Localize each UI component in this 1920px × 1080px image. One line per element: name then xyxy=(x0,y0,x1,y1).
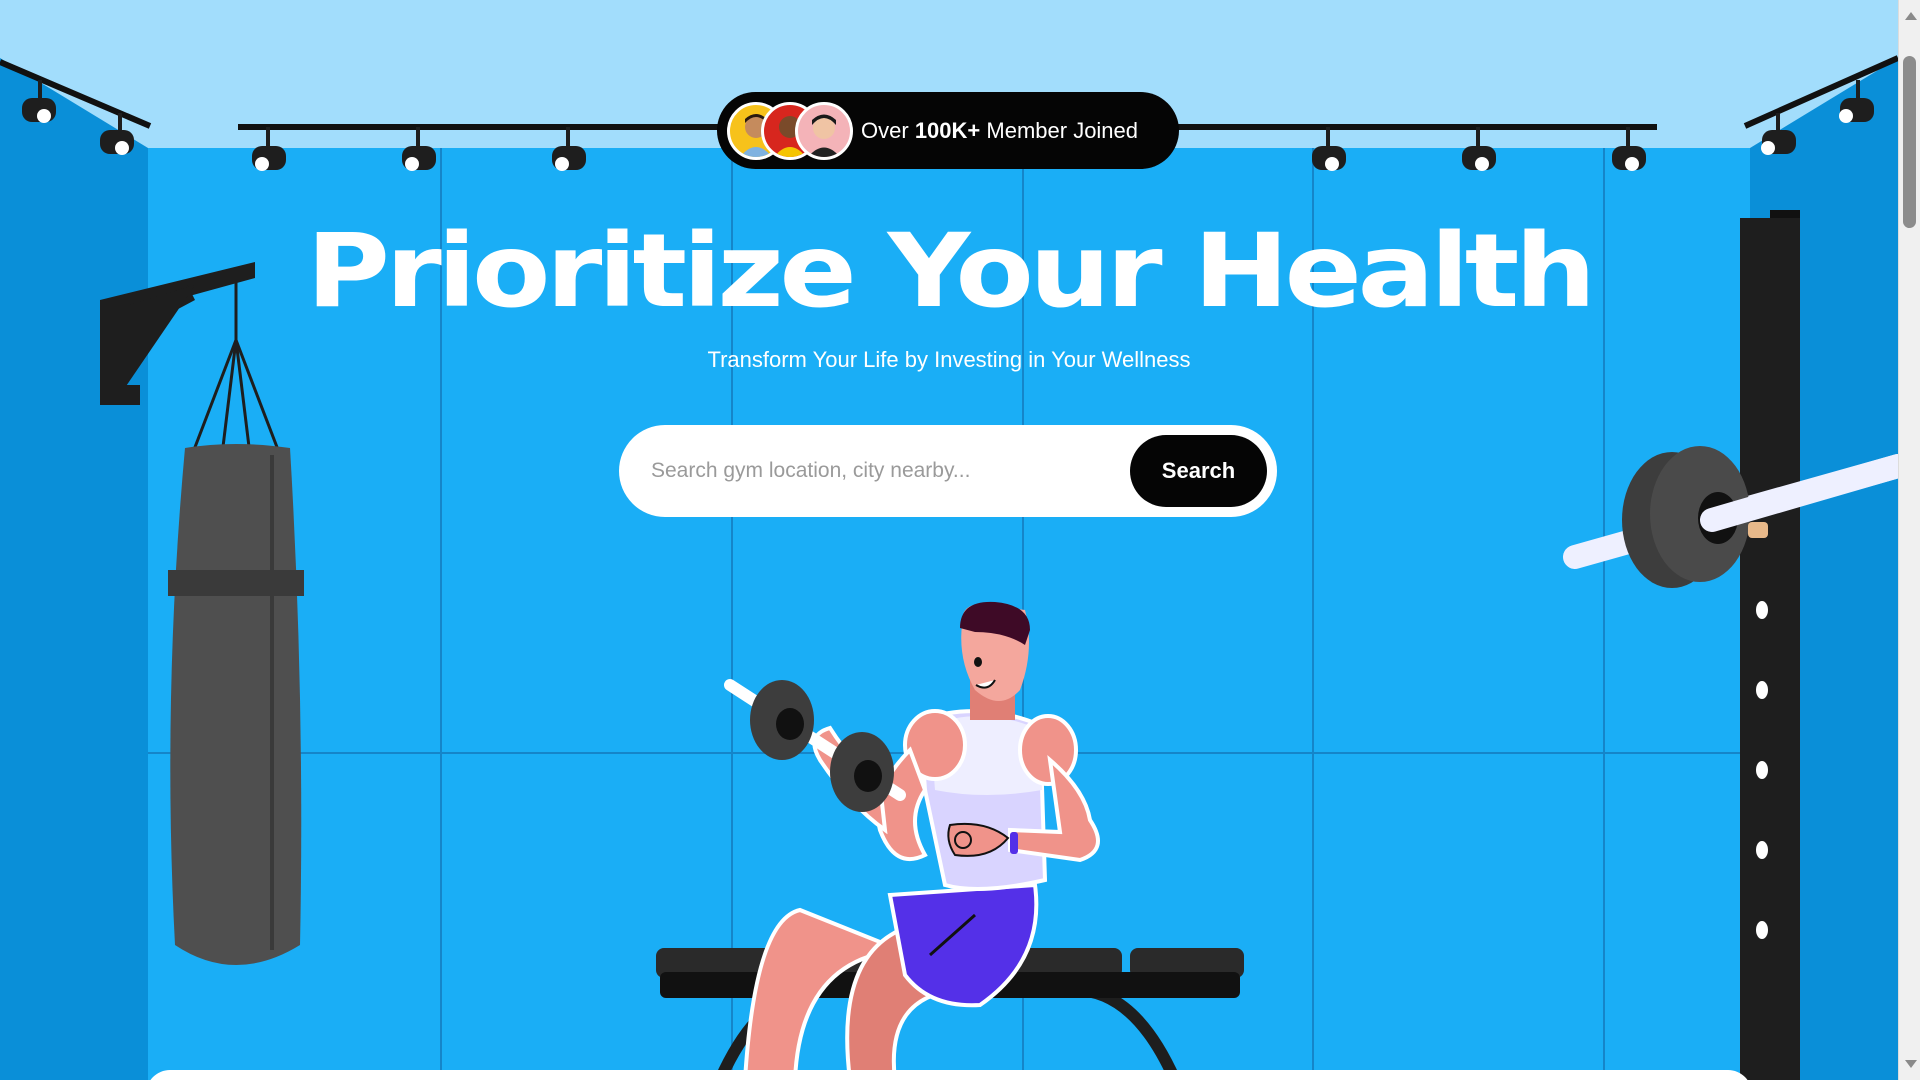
search-button[interactable]: Search xyxy=(1130,435,1267,507)
hero-subtitle: Transform Your Life by Investing in Your… xyxy=(707,347,1191,372)
member-count-text: Over 100K+ Member Joined xyxy=(861,118,1138,144)
gym-search-input[interactable] xyxy=(651,459,1130,483)
vertical-scrollbar[interactable] xyxy=(1898,0,1920,1080)
member-count-value: 100K+ xyxy=(914,117,981,143)
hero-section: Over 100K+ Member Joined Prioritize Your… xyxy=(0,0,1898,1080)
scroll-down-icon[interactable] xyxy=(1905,1060,1917,1068)
hero-title: Prioritize Your Health xyxy=(306,212,1596,331)
member-count-prefix: Over xyxy=(861,117,909,143)
weight-rack xyxy=(1563,210,1898,1080)
member-joined-badge: Over 100K+ Member Joined xyxy=(717,92,1179,169)
member-avatar-icon xyxy=(808,114,840,157)
gym-search-form: Search xyxy=(619,425,1277,517)
scrollbar-thumb[interactable] xyxy=(1903,56,1916,228)
scroll-up-icon[interactable] xyxy=(1905,12,1917,20)
man-lifting-dumbbell xyxy=(724,601,1100,1080)
member-count-suffix: Member Joined xyxy=(986,117,1139,143)
member-avatars xyxy=(727,101,853,160)
member-avatar xyxy=(795,101,853,160)
content-card-top-edge xyxy=(146,1070,1752,1080)
